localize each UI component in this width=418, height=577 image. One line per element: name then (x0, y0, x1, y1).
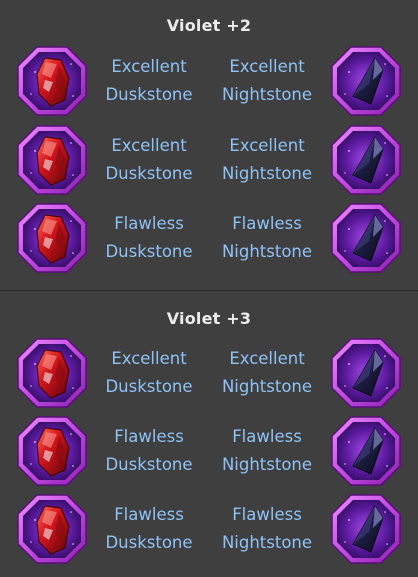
duskstone-icon[interactable] (15, 44, 89, 118)
nightstone-icon[interactable] (329, 123, 403, 197)
gem-row: Flawless Duskstone Flawless Nightstone (0, 201, 418, 275)
duskstone-icon[interactable] (15, 201, 89, 275)
duskstone-icon[interactable] (15, 414, 89, 488)
duskstone-label: Excellent Duskstone (105, 349, 193, 396)
duskstone-label: Flawless Duskstone (105, 427, 193, 474)
tier-section-violet-2: Violet +2 Excellent Duskstone Excellent Ni… (0, 0, 418, 290)
nightstone-icon[interactable] (329, 414, 403, 488)
gem-row: Flawless Duskstone Flawless Nightstone (0, 492, 418, 566)
gem-row: Excellent Duskstone Excellent Nightstone (0, 123, 418, 197)
tier-section-violet-3: Violet +3 Excellent Duskstone Excellent Ni… (0, 291, 418, 577)
nightstone-label: Excellent Nightstone (221, 136, 313, 183)
nightstone-label: Flawless Nightstone (221, 214, 313, 261)
duskstone-icon[interactable] (15, 336, 89, 410)
duskstone-label: Flawless Duskstone (105, 214, 193, 261)
nightstone-label: Flawless Nightstone (221, 427, 313, 474)
nightstone-icon[interactable] (329, 336, 403, 410)
nightstone-icon[interactable] (329, 201, 403, 275)
duskstone-label: Excellent Duskstone (105, 57, 193, 104)
duskstone-icon[interactable] (15, 123, 89, 197)
duskstone-icon[interactable] (15, 492, 89, 566)
gem-row: Excellent Duskstone Excellent Nightstone (0, 44, 418, 118)
gem-row: Excellent Duskstone Excellent Nightstone (0, 336, 418, 410)
section-title: Violet +2 (166, 16, 252, 35)
nightstone-label: Excellent Nightstone (221, 57, 313, 104)
gem-row: Flawless Duskstone Flawless Nightstone (0, 414, 418, 488)
duskstone-label: Flawless Duskstone (105, 505, 193, 552)
section-title: Violet +3 (166, 309, 252, 328)
duskstone-label: Excellent Duskstone (105, 136, 193, 183)
nightstone-icon[interactable] (329, 44, 403, 118)
nightstone-label: Flawless Nightstone (221, 505, 313, 552)
nightstone-label: Excellent Nightstone (221, 349, 313, 396)
nightstone-icon[interactable] (329, 492, 403, 566)
